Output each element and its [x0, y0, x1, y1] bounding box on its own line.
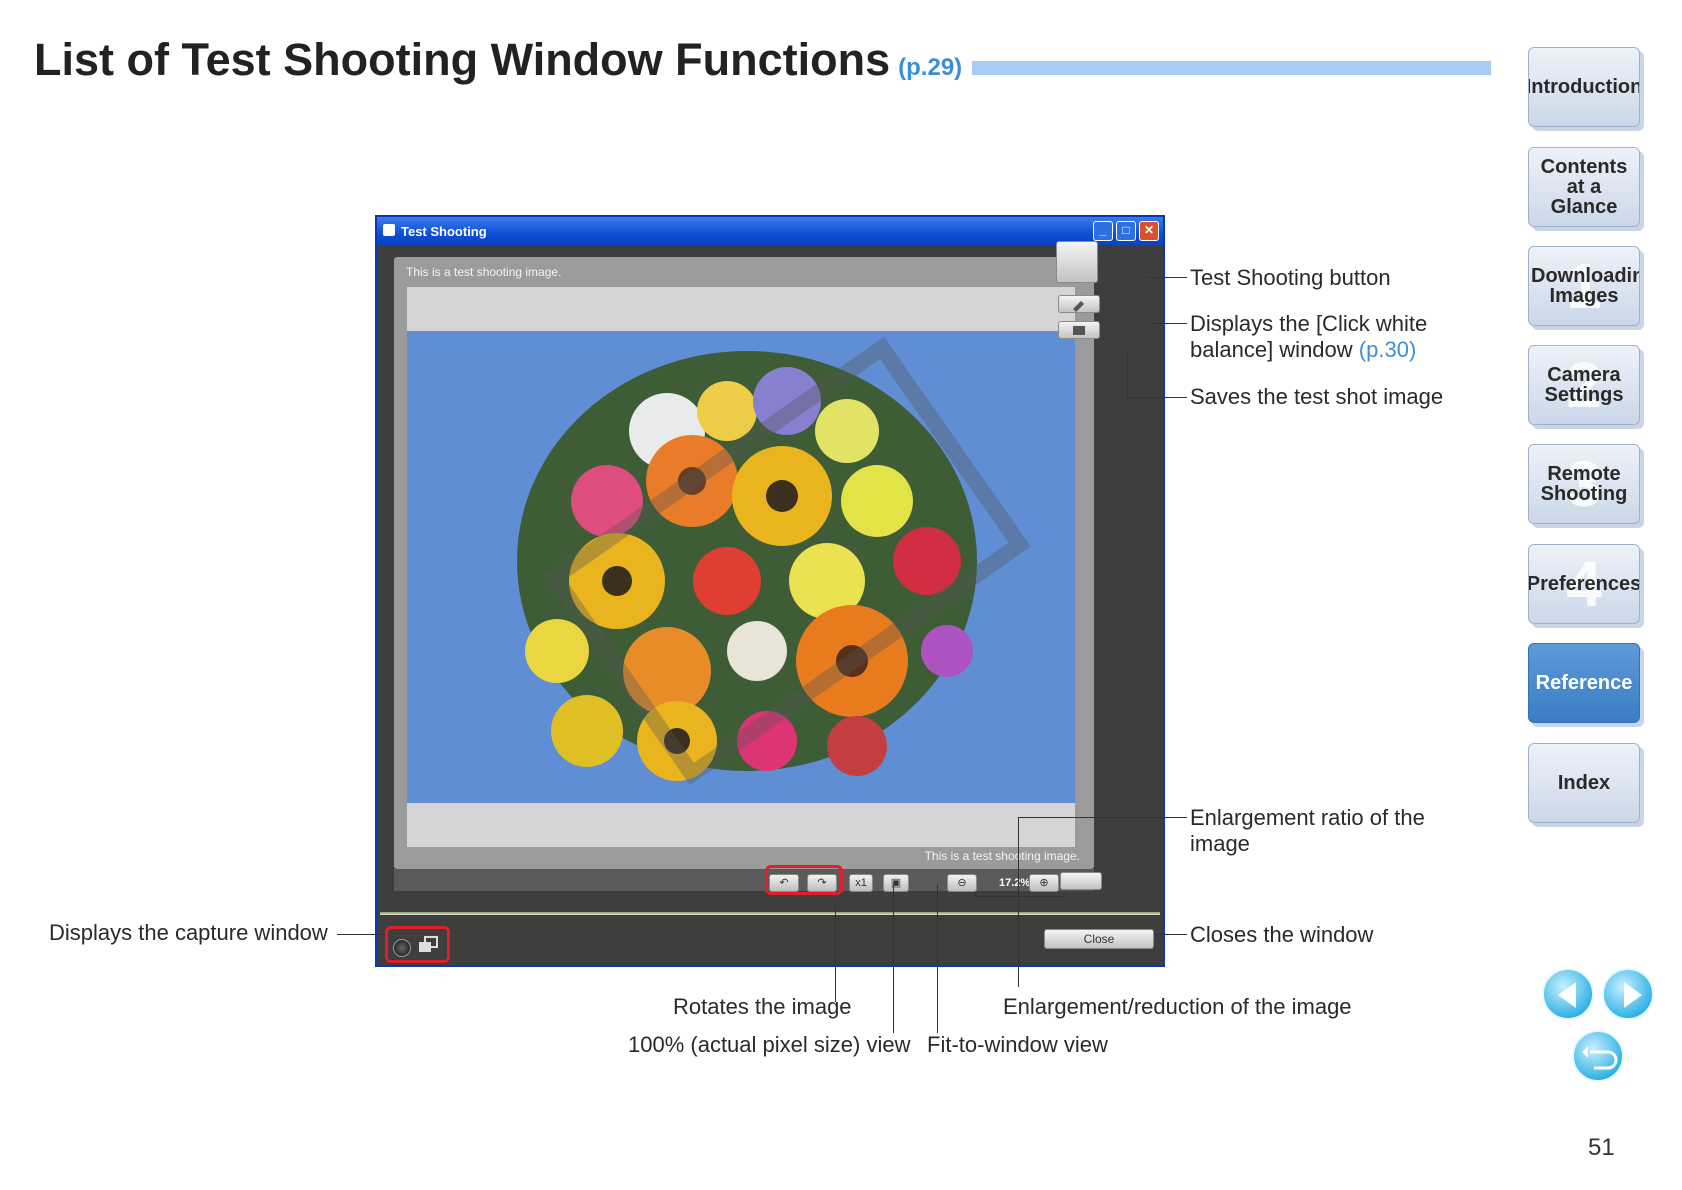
close-button[interactable]: Close	[1044, 929, 1154, 949]
bouquet-illustration	[517, 336, 1031, 786]
callout-closes: Closes the window	[1190, 922, 1374, 947]
save-test-shot-button[interactable]	[1058, 321, 1100, 339]
fit-window-button[interactable]: ▣	[883, 874, 909, 892]
callout-line	[1150, 323, 1187, 324]
image-view: This is a test shooting image. This is a…	[394, 257, 1094, 869]
zoom-in-button[interactable]: ⊕	[1029, 874, 1059, 892]
title-decoration-bar	[972, 61, 1491, 75]
callout-click-wb-ref-link[interactable]: (p.30)	[1359, 337, 1416, 362]
prev-page-icon	[1558, 982, 1576, 1008]
callout-line	[1147, 277, 1187, 278]
callout-line	[893, 885, 894, 1033]
nav-reference[interactable]: Reference	[1528, 643, 1640, 723]
callout-actual-pixel: 100% (actual pixel size) view	[628, 1032, 911, 1057]
rotate-highlight	[765, 865, 843, 895]
window-titlebar: Test Shooting _ □ ✕	[377, 217, 1163, 245]
maximize-icon: □	[1122, 223, 1130, 237]
callout-fit-window: Fit-to-window view	[927, 1032, 1108, 1057]
callout-click-wb-line1: Displays the [Click white	[1190, 311, 1428, 336]
prev-page-button[interactable]	[1542, 968, 1594, 1020]
click-white-balance-button[interactable]	[1058, 295, 1100, 313]
blank-toolbar-button[interactable]	[1060, 872, 1102, 890]
page-title: List of Test Shooting Window Functions (p…	[34, 34, 962, 86]
nav-preferences-label: Preferences	[1528, 573, 1640, 595]
image-toolbar	[394, 869, 1094, 891]
callout-enlargement-ratio-line1: Enlargement ratio of the	[1190, 805, 1425, 830]
nav-introduction-label: Introduction	[1528, 76, 1640, 98]
page-title-ref-link[interactable]: (p.29)	[898, 54, 962, 81]
callout-click-wb-line2: balance] window	[1190, 337, 1353, 362]
window-close-button[interactable]: ✕	[1139, 221, 1159, 241]
callout-rotates: Rotates the image	[673, 994, 852, 1019]
app-icon	[383, 224, 395, 236]
next-page-button[interactable]	[1602, 968, 1654, 1020]
zoom-in-icon: ⊕	[1039, 877, 1049, 889]
eyedropper-icon	[1073, 301, 1084, 312]
nav-remote-label: Remote Shooting	[1540, 463, 1628, 505]
callout-line	[937, 885, 938, 1033]
window-separator	[380, 912, 1160, 915]
page-title-text: List of Test Shooting Window Functions	[34, 34, 891, 85]
image-caption-bottom: This is a test shooting image.	[924, 849, 1080, 863]
flower-bouquet-photo	[407, 331, 1075, 803]
callout-enlargement-ratio: Enlargement ratio of the image	[1190, 805, 1425, 857]
return-button[interactable]	[1572, 1030, 1624, 1082]
next-page-icon	[1624, 982, 1642, 1008]
callout-line	[1018, 817, 1187, 818]
nav-contents-label: Contents at a Glance	[1540, 156, 1628, 218]
callout-line	[974, 896, 1065, 897]
callout-line	[1155, 934, 1187, 935]
callout-line	[337, 934, 385, 935]
maximize-button[interactable]: □	[1116, 221, 1136, 241]
nav-reference-label: Reference	[1535, 672, 1633, 694]
image-caption-top: This is a test shooting image.	[406, 265, 562, 279]
nav-introduction[interactable]: Introduction	[1528, 47, 1640, 127]
callout-enlarge-reduce: Enlargement/reduction of the image	[1003, 994, 1352, 1019]
nav-contents-at-a-glance[interactable]: Contents at a Glance	[1528, 147, 1640, 227]
callout-line	[974, 892, 975, 896]
test-shot-image	[407, 287, 1075, 847]
zoom-out-icon: ⊖	[957, 877, 967, 889]
nav-index[interactable]: Index	[1528, 743, 1640, 823]
minimize-icon: _	[1099, 223, 1107, 237]
callout-enlargement-ratio-line2: image	[1190, 831, 1250, 856]
callout-line	[835, 902, 836, 1002]
capture-highlight	[385, 926, 450, 963]
callout-line	[1065, 892, 1066, 896]
page-number: 51	[1588, 1134, 1615, 1161]
zoom-out-button[interactable]: ⊖	[947, 874, 977, 892]
actual-size-label: x1	[855, 877, 867, 889]
callout-test-shooting-button: Test Shooting button	[1190, 265, 1391, 290]
actual-size-button[interactable]: x1	[849, 874, 873, 892]
return-icon	[1582, 1046, 1618, 1070]
callout-line	[1127, 397, 1187, 398]
callout-capture: Displays the capture window	[49, 920, 328, 945]
minimize-button[interactable]: _	[1093, 221, 1113, 241]
nav-camera-settings[interactable]: 2 Camera Settings	[1528, 345, 1640, 425]
zoom-ratio: 17.2%	[999, 877, 1031, 889]
callout-saves: Saves the test shot image	[1190, 384, 1444, 409]
nav-camera-label: Camera Settings	[1544, 364, 1624, 406]
callout-click-white-balance: Displays the [Click white balance] windo…	[1190, 311, 1427, 363]
window-title: Test Shooting	[401, 224, 487, 239]
nav-remote-shooting[interactable]: 3 Remote Shooting	[1528, 444, 1640, 524]
save-icon	[1073, 326, 1085, 335]
callout-line	[1018, 817, 1019, 987]
nav-preferences[interactable]: 4 Preferences	[1528, 544, 1640, 624]
nav-index-label: Index	[1557, 772, 1611, 794]
nav-downloading-images[interactable]: 1Downloading Images	[1528, 246, 1640, 326]
callout-line	[1127, 350, 1128, 397]
nav-downloading-label: Downloading Images	[1531, 265, 1639, 307]
close-icon: ✕	[1143, 223, 1155, 237]
test-shooting-button[interactable]	[1056, 241, 1098, 283]
test-shooting-window: Test Shooting _ □ ✕ This is a test shoot…	[375, 215, 1165, 967]
